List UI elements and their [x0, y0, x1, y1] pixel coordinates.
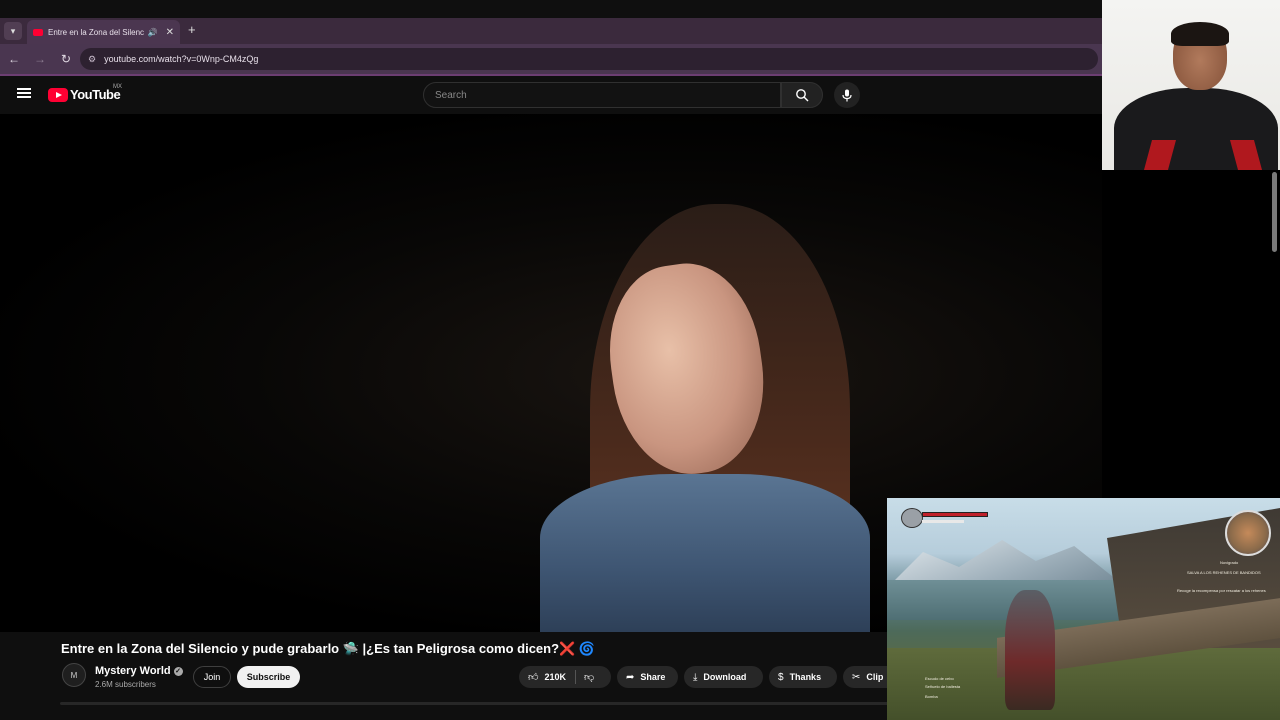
hud-item-3: Bomba	[925, 694, 938, 699]
hud-region: Novigrado	[1220, 560, 1239, 565]
video-frame-jacket	[540, 474, 870, 634]
hud-item-1: Escudo de cebo	[925, 676, 954, 681]
webcam-hair	[1171, 22, 1229, 46]
share-label: Share	[640, 672, 666, 682]
search-placeholder: Search	[435, 89, 467, 101]
close-tab-icon[interactable]: ✕	[166, 27, 174, 38]
scrollbar-thumb[interactable]	[1272, 172, 1277, 252]
game-capture-overlay: Novigrado SALVA A LOS REHENES DE BANDIDO…	[887, 498, 1280, 720]
download-label: Download	[703, 672, 747, 682]
browser-toolbar: ← → ↻ ⚙ youtube.com/watch?v=0Wnp-CM4zQg	[0, 44, 1102, 74]
like-dislike-group: 👍︎ 210K 👎︎	[519, 666, 611, 688]
microphone-icon	[842, 89, 852, 101]
stamina-bar	[922, 520, 964, 523]
search-icon	[796, 89, 809, 102]
minimap	[1225, 510, 1271, 556]
share-button[interactable]: ➦ Share	[617, 666, 678, 688]
reload-icon[interactable]: ↻	[54, 52, 78, 66]
search-button[interactable]	[781, 82, 823, 108]
youtube-play-icon	[48, 87, 68, 102]
video-title: Entre en la Zona del Silencio y pude gra…	[61, 641, 596, 656]
channel-name[interactable]: Mystery World ✓	[95, 665, 183, 677]
like-count[interactable]: 210K	[544, 672, 566, 682]
youtube-logo[interactable]: YouTube	[48, 87, 121, 102]
hud-quest-objective: Recoge la recompensa por rescatar a los …	[1177, 588, 1266, 593]
tab-list-chevron-icon[interactable]: ▾	[4, 22, 22, 40]
join-button[interactable]: Join	[193, 666, 231, 688]
browser-tab-active[interactable]: Entre en la Zona del Silencio y pude gra…	[27, 20, 180, 44]
youtube-favicon-icon	[33, 28, 43, 36]
thanks-label: Thanks	[789, 672, 822, 682]
thumbs-up-icon[interactable]: 👍︎	[528, 671, 538, 683]
health-bar	[922, 512, 988, 517]
verified-check-icon: ✓	[173, 667, 183, 676]
scissors-icon: ✂	[852, 671, 861, 683]
thanks-button[interactable]: $ Thanks	[769, 666, 837, 688]
menu-icon[interactable]	[17, 88, 31, 98]
back-arrow-icon[interactable]: ←	[2, 52, 26, 66]
audio-playing-icon[interactable]: 🔊	[148, 28, 158, 37]
voice-search-button[interactable]	[834, 82, 860, 108]
forward-arrow-icon[interactable]: →	[28, 52, 52, 66]
address-bar[interactable]: ⚙ youtube.com/watch?v=0Wnp-CM4zQg	[80, 48, 1098, 70]
site-info-icon[interactable]: ⚙	[88, 54, 96, 65]
streamer-webcam	[1102, 0, 1280, 170]
description-divider	[60, 702, 890, 705]
game-mountains	[887, 540, 1127, 588]
new-tab-button[interactable]: +	[188, 22, 196, 37]
hud-quest-header: SALVA A LOS REHENES DE BANDIDOS	[1187, 570, 1261, 575]
country-code: MX	[113, 84, 122, 90]
channel-name-text: Mystery World	[95, 665, 171, 677]
wolf-medallion-icon	[901, 508, 923, 528]
share-arrow-icon: ➦	[626, 671, 635, 683]
download-icon: ⤓	[693, 671, 698, 683]
game-character	[1005, 590, 1055, 710]
browser-tabstrip: ▾ Entre en la Zona del Silencio y pude g…	[0, 18, 1102, 44]
tab-title: Entre en la Zona del Silencio y pude gra…	[48, 27, 144, 37]
super-thanks-icon: $	[778, 671, 784, 683]
right-column	[1102, 170, 1280, 500]
subscriber-count: 2.6M subscribers	[95, 680, 156, 689]
download-button[interactable]: ⤓ Download	[684, 666, 763, 688]
thumbs-down-icon[interactable]: 👎︎	[584, 671, 594, 683]
like-divider	[574, 670, 576, 684]
clip-label: Clip	[866, 672, 884, 682]
screen: ▾ Entre en la Zona del Silencio y pude g…	[0, 0, 1280, 720]
hud-item-2: Señuelo de ballesta	[925, 684, 961, 689]
address-url: youtube.com/watch?v=0Wnp-CM4zQg	[104, 54, 259, 64]
subscribe-button[interactable]: Subscribe	[237, 666, 300, 688]
youtube-header: YouTube MX Search	[0, 76, 1102, 114]
channel-avatar[interactable]: M	[62, 663, 86, 687]
search-input[interactable]: Search	[423, 82, 781, 108]
